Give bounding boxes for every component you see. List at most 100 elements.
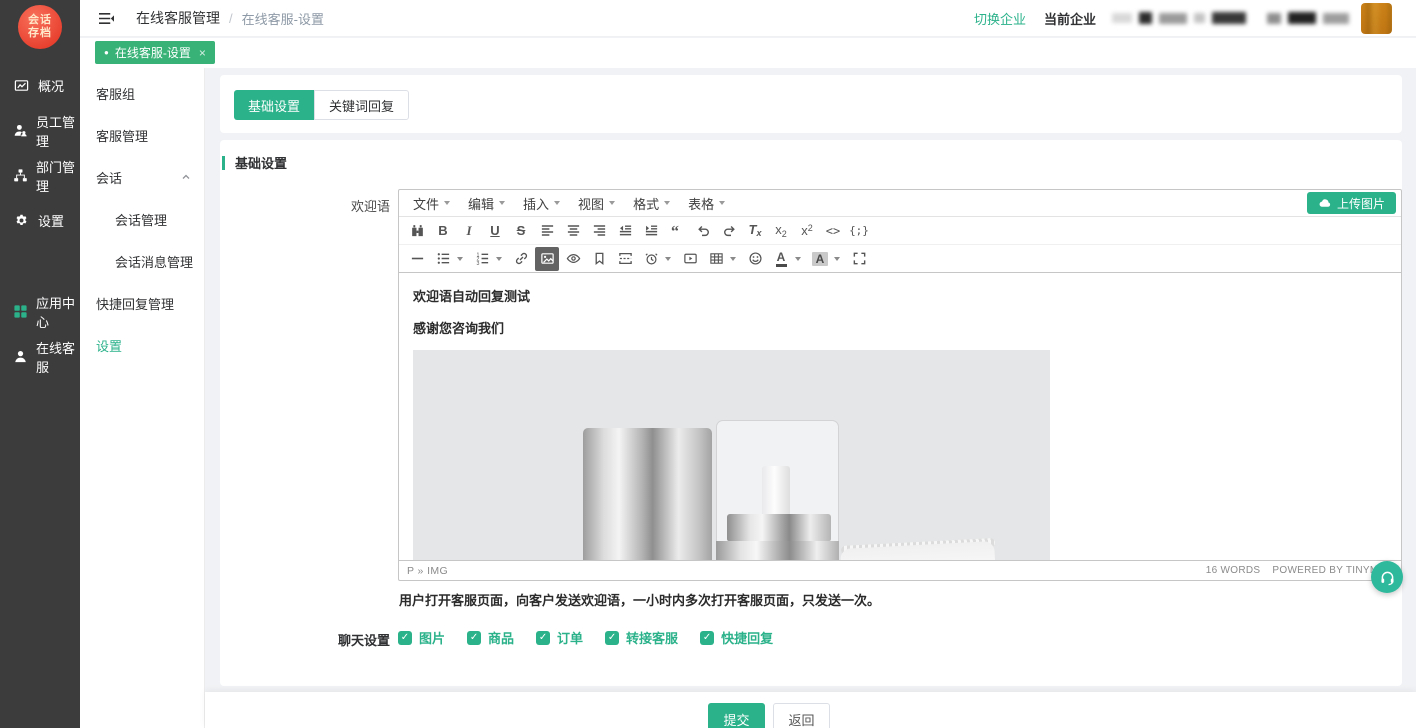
chat-option-image[interactable]: ✓ 图片 <box>398 628 445 647</box>
chat-option-product[interactable]: ✓商品 <box>467 628 514 647</box>
unordered-list-button[interactable] <box>431 247 455 271</box>
breadcrumb-root[interactable]: 在线客服管理 <box>136 8 220 28</box>
sidebar-item-label: 员工管理 <box>36 112 80 150</box>
sidebar-item-overview[interactable]: 概况 <box>0 63 80 108</box>
horizontal-rule-button[interactable] <box>405 247 429 271</box>
code-button[interactable]: <> <box>821 219 845 243</box>
code-sample-button[interactable]: {;} <box>847 219 871 243</box>
page-break-button[interactable] <box>613 247 637 271</box>
redo-button[interactable] <box>717 219 741 243</box>
background-color-caret-icon[interactable] <box>834 257 840 261</box>
app-logo[interactable]: 会话 存档 <box>18 5 62 49</box>
submenu-item-label: 会话 <box>96 168 122 187</box>
sidebar-item-departments[interactable]: 部门管理 <box>0 153 80 198</box>
switch-company-link[interactable]: 切换企业 <box>974 9 1026 28</box>
text-color-caret-icon[interactable] <box>795 257 801 261</box>
chevron-down-icon <box>499 201 505 205</box>
chat-option-order[interactable]: ✓订单 <box>536 628 583 647</box>
table-caret-icon[interactable] <box>730 257 736 261</box>
sidebar-item-app-center[interactable]: 应用中心 <box>0 289 80 334</box>
checkbox-checked-icon[interactable]: ✓ <box>700 631 714 645</box>
media-button[interactable] <box>678 247 702 271</box>
remove-format-button[interactable]: Tx <box>743 219 767 243</box>
tab-tag-online-service-settings[interactable]: ● 在线客服-设置 × <box>95 41 215 64</box>
primary-sidebar: 会话 存档 概况员工管理部门管理设置应用中心在线客服 <box>0 0 80 728</box>
emoticons-button[interactable] <box>743 247 767 271</box>
background-color-button[interactable]: A <box>808 247 832 271</box>
submenu-item-quick-reply-management[interactable]: 快捷回复管理 <box>80 282 204 324</box>
superscript-button[interactable]: x2 <box>795 219 819 243</box>
image-button[interactable] <box>535 247 559 271</box>
editor-product-image[interactable] <box>413 350 1050 560</box>
tab-keyword-reply[interactable]: 关键词回复 <box>314 90 409 120</box>
insert-datetime-button[interactable] <box>639 247 663 271</box>
submenu-item-session-message-management[interactable]: 会话消息管理 <box>80 240 204 282</box>
submenu-item-settings[interactable]: 设置 <box>80 324 204 366</box>
tag-close-icon[interactable]: × <box>199 46 206 60</box>
submenu-item-service-management[interactable]: 客服管理 <box>80 114 204 156</box>
tabs: 基础设置关键词回复 <box>234 90 409 120</box>
element-path[interactable]: P » IMG <box>407 565 448 577</box>
submenu-item-label: 会话管理 <box>115 210 167 229</box>
submenu-item-label: 快捷回复管理 <box>96 294 174 313</box>
menu-edit[interactable]: 编辑 <box>459 191 514 216</box>
table-button[interactable] <box>704 247 728 271</box>
align-center-button[interactable] <box>561 219 585 243</box>
chat-option-quick-reply[interactable]: ✓快捷回复 <box>700 628 773 647</box>
search-replace-button[interactable] <box>405 219 429 243</box>
menu-view[interactable]: 视图 <box>569 191 624 216</box>
menu-table[interactable]: 表格 <box>679 191 734 216</box>
editor-menubar: 文件编辑插入视图格式表格 上传图片 <box>399 190 1401 217</box>
unordered-list-caret-icon[interactable] <box>457 257 463 261</box>
checkbox-checked-icon[interactable]: ✓ <box>467 631 481 645</box>
upload-image-button[interactable]: 上传图片 <box>1307 192 1396 214</box>
indent-button[interactable] <box>639 219 663 243</box>
italic-button[interactable]: I <box>457 219 481 243</box>
checkbox-checked-icon[interactable]: ✓ <box>536 631 550 645</box>
customer-service-float-button[interactable] <box>1371 561 1403 593</box>
submit-button[interactable]: 提交 <box>708 703 765 728</box>
ordered-list-caret-icon[interactable] <box>496 257 502 261</box>
chat-option-transfer-service[interactable]: ✓转接客服 <box>605 628 678 647</box>
checkbox-checked-icon[interactable]: ✓ <box>605 631 619 645</box>
ordered-list-button[interactable]: 123 <box>470 247 494 271</box>
bold-button[interactable]: B <box>431 219 455 243</box>
subscript-button[interactable]: x2 <box>769 219 793 243</box>
table-split <box>703 247 740 271</box>
fullscreen-button[interactable] <box>847 247 871 271</box>
sidebar-item-online-service[interactable]: 在线客服 <box>0 334 80 379</box>
menu-insert[interactable]: 插入 <box>514 191 569 216</box>
checkbox-checked-icon[interactable]: ✓ <box>398 631 412 645</box>
collapse-menu-icon[interactable] <box>98 11 115 26</box>
sidebar-item-employees[interactable]: 员工管理 <box>0 108 80 153</box>
menu-file[interactable]: 文件 <box>404 191 459 216</box>
chevron-up-icon[interactable] <box>181 172 191 182</box>
strikethrough-button[interactable]: S <box>509 219 533 243</box>
sidebar-item-label: 在线客服 <box>36 338 80 376</box>
outdent-button[interactable] <box>613 219 637 243</box>
preview-button[interactable] <box>561 247 585 271</box>
submenu-item-session[interactable]: 会话 <box>80 156 204 198</box>
tab-basic-settings[interactable]: 基础设置 <box>234 90 314 120</box>
cloud-upload-icon <box>1318 197 1332 210</box>
user-avatar[interactable] <box>1361 3 1392 34</box>
align-right-button[interactable] <box>587 219 611 243</box>
text-color-button[interactable]: A <box>769 247 793 271</box>
anchor-button[interactable] <box>587 247 611 271</box>
menu-format[interactable]: 格式 <box>624 191 679 216</box>
align-left-button[interactable] <box>535 219 559 243</box>
editor-content[interactable]: 欢迎语自动回复测试感谢您咨询我们 <box>399 273 1401 560</box>
insert-datetime-caret-icon[interactable] <box>665 257 671 261</box>
overview-icon <box>13 77 30 94</box>
back-button[interactable]: 返回 <box>773 703 830 728</box>
underline-button[interactable]: U <box>483 219 507 243</box>
link-button[interactable] <box>509 247 533 271</box>
undo-button[interactable] <box>691 219 715 243</box>
blockquote-button[interactable]: “ <box>665 219 689 243</box>
submenu-item-service-group[interactable]: 客服组 <box>80 72 204 114</box>
chat-option-label: 图片 <box>419 628 445 647</box>
submenu-item-label: 客服管理 <box>96 126 148 145</box>
breadcrumb-current: 在线客服-设置 <box>242 9 324 28</box>
submenu-item-session-management[interactable]: 会话管理 <box>80 198 204 240</box>
sidebar-item-settings[interactable]: 设置 <box>0 198 80 243</box>
